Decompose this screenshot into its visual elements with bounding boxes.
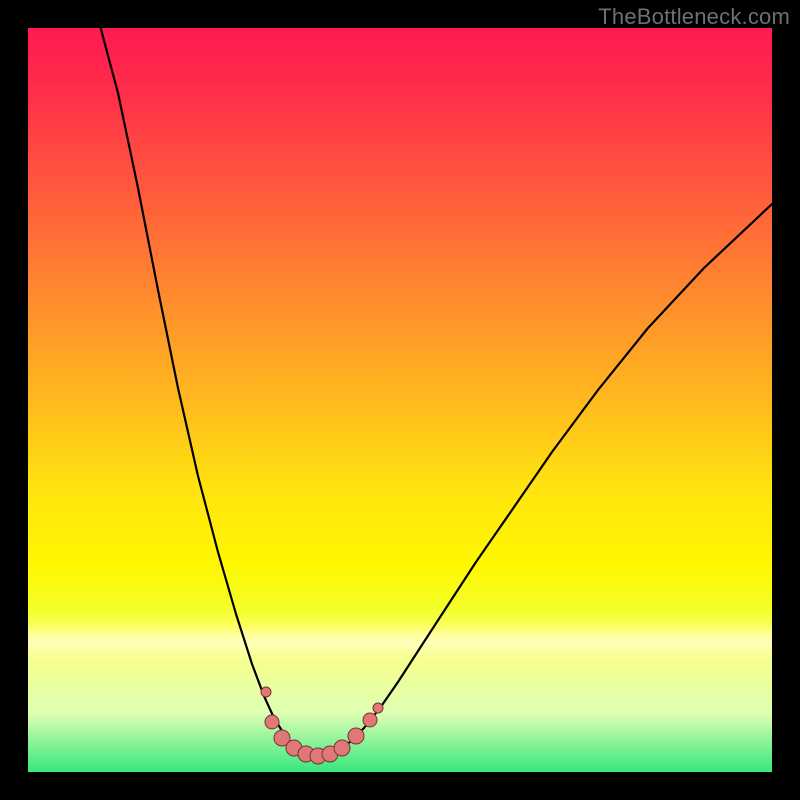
curve-left bbox=[98, 28, 318, 756]
data-dot bbox=[363, 713, 377, 727]
data-dot bbox=[348, 728, 364, 744]
data-dot bbox=[334, 740, 350, 756]
data-dot bbox=[265, 715, 279, 729]
chart-frame: TheBottleneck.com bbox=[0, 0, 800, 800]
plot-area bbox=[28, 28, 772, 772]
curve-layer bbox=[28, 28, 772, 772]
watermark-text: TheBottleneck.com bbox=[598, 4, 790, 30]
data-dot bbox=[373, 703, 383, 713]
curve-right bbox=[318, 204, 772, 756]
data-dot bbox=[261, 687, 271, 697]
